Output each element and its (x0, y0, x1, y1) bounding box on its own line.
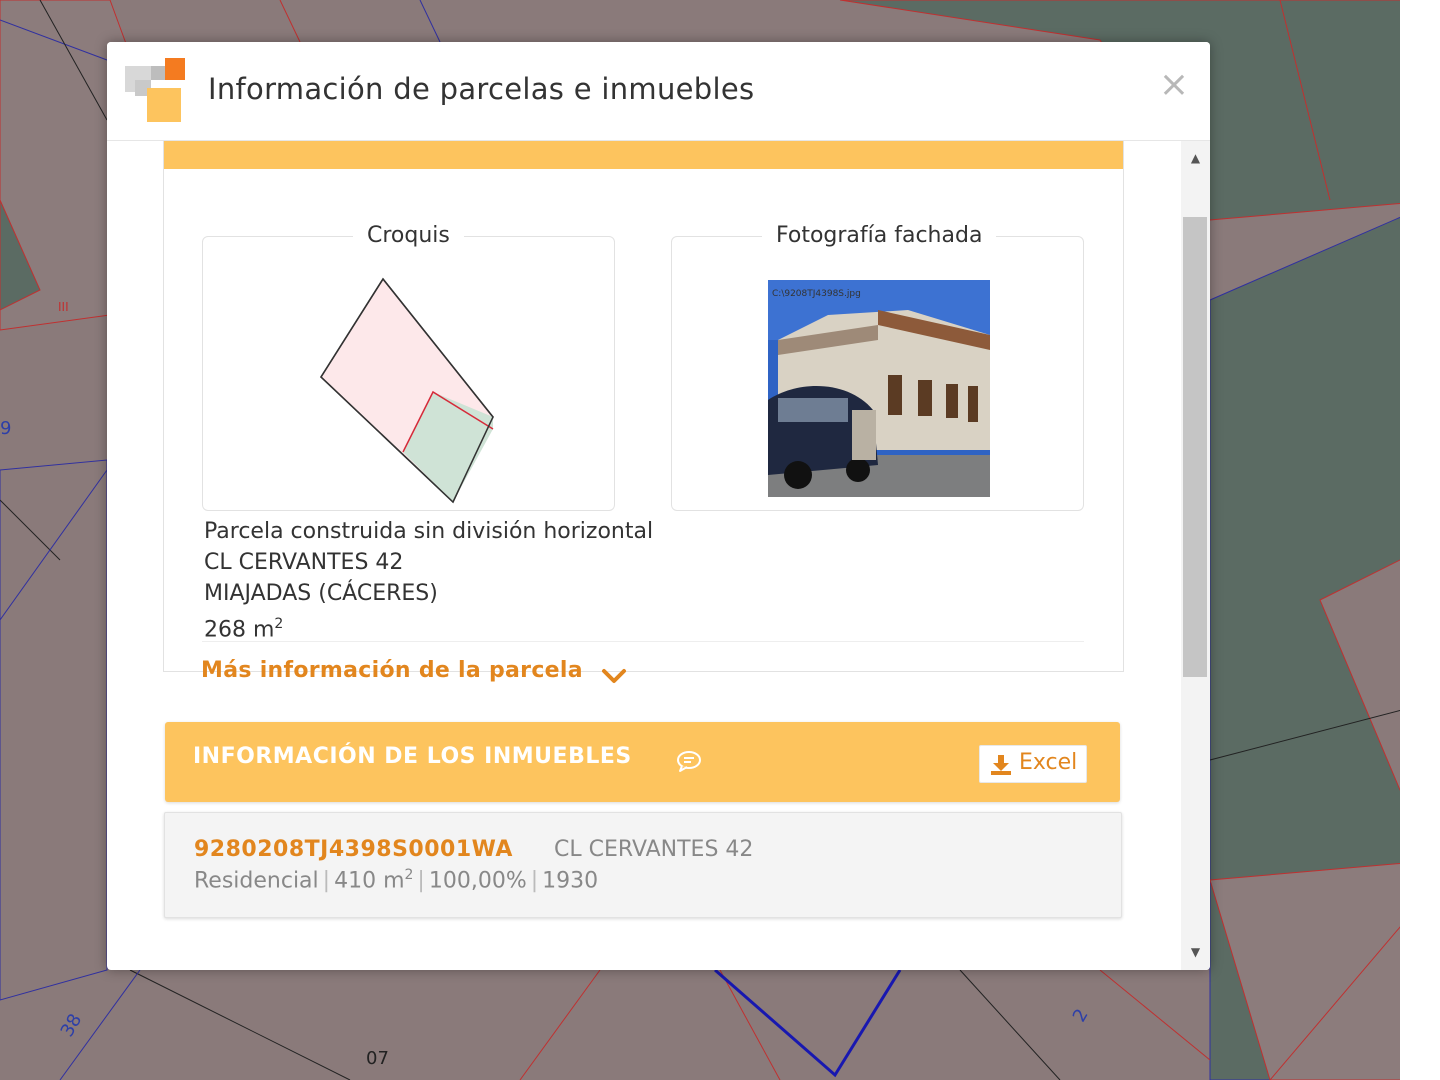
facade-photo-caption: C:\9208TJ4398S.jpg (772, 289, 861, 299)
facade-box: Fotografía fachada C:\9208TJ4398S.jpg (671, 223, 1084, 511)
map-label-9: 9 (0, 418, 12, 439)
properties-panel-header: INFORMACIÓN DE LOS INMUEBLES Excel (165, 722, 1120, 802)
croquis-label: Croquis (353, 223, 464, 248)
separator: | (417, 868, 425, 894)
property-surface-value: 410 m (334, 868, 405, 894)
parcel-surface-value: 268 m (204, 617, 275, 643)
map-label-07: 07 (366, 1048, 389, 1069)
parcel-address: CL CERVANTES 42 (204, 550, 404, 575)
property-details: Residencial | 410 m2 | 100,00% | 1930 (194, 867, 598, 893)
property-address: CL CERVANTES 42 (554, 837, 754, 862)
parcel-info: Parcela construida sin división horizont… (204, 516, 653, 645)
chat-bubble-icon[interactable] (676, 749, 702, 773)
parcel-panel-header (164, 141, 1123, 169)
download-icon (991, 755, 1011, 775)
croquis-sketch[interactable] (313, 277, 503, 507)
vertical-scrollbar[interactable]: ▲ ▼ (1181, 141, 1210, 970)
dialog-header: Información de parcelas e inmuebles × (107, 42, 1210, 141)
facade-label: Fotografía fachada (762, 223, 997, 248)
excel-export-button[interactable]: Excel (979, 745, 1087, 783)
parcel-municipality: MIAJADAS (CÁCERES) (204, 581, 438, 606)
separator: | (322, 868, 331, 894)
facade-photo[interactable] (768, 280, 990, 497)
excel-button-label: Excel (1019, 750, 1078, 775)
dialog-title: Información de parcelas e inmuebles (208, 72, 755, 106)
chevron-down-icon[interactable] (601, 667, 627, 685)
parcel-surface: 268 m2 (204, 609, 653, 645)
more-parcel-info-link[interactable]: Más información de la parcela (201, 658, 583, 683)
catastro-logo-icon (125, 58, 185, 122)
separator: | (530, 868, 539, 894)
parcel-panel: Croquis Fotografía fachada C:\9208TJ4398… (163, 141, 1124, 672)
scroll-down-arrow-icon[interactable]: ▼ (1181, 945, 1210, 961)
scroll-up-arrow-icon[interactable]: ▲ (1181, 151, 1210, 167)
croquis-box: Croquis (202, 223, 615, 511)
property-year: 1930 (542, 868, 599, 894)
scrollbar-thumb[interactable] (1183, 217, 1207, 677)
map-label-iii: III (58, 300, 69, 314)
parcel-surface-unit: 2 (274, 616, 284, 632)
property-use: Residencial (194, 868, 319, 894)
properties-title: INFORMACIÓN DE LOS INMUEBLES (193, 744, 632, 769)
parcel-type: Parcela construida sin división horizont… (204, 519, 654, 544)
property-cadastral-ref[interactable]: 9280208TJ4398S0001WA (194, 837, 513, 862)
dialog-content[interactable]: Croquis Fotografía fachada C:\9208TJ4398… (107, 141, 1179, 970)
property-card[interactable]: 9280208TJ4398S0001WA CL CERVANTES 42 Res… (164, 812, 1122, 918)
parcel-divider (202, 641, 1084, 642)
property-participation: 100,00% (428, 868, 527, 894)
parcel-info-dialog: Información de parcelas e inmuebles × Cr… (107, 42, 1210, 970)
close-icon[interactable]: × (1157, 67, 1191, 103)
